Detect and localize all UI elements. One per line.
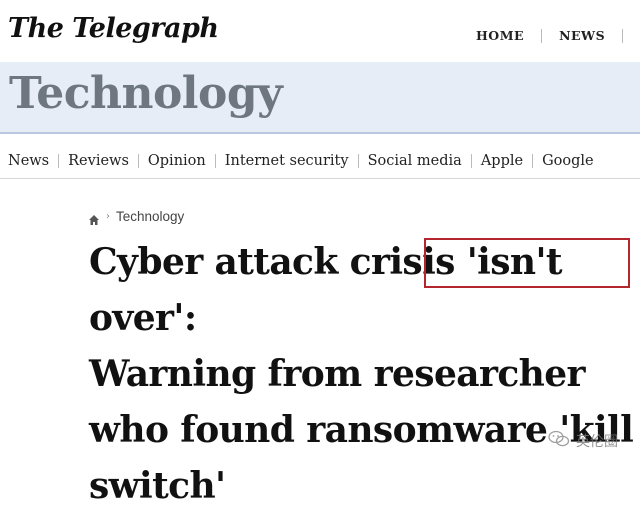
nav-home[interactable]: HOME bbox=[476, 28, 524, 43]
chevron-right-icon: › bbox=[106, 211, 110, 222]
nav-divider bbox=[541, 28, 543, 43]
subnav-internet-security[interactable]: Internet security bbox=[216, 151, 358, 171]
breadcrumb-technology[interactable]: Technology bbox=[116, 209, 184, 224]
headline-highlight-box bbox=[424, 238, 630, 288]
home-icon[interactable] bbox=[88, 211, 100, 225]
wechat-icon bbox=[548, 430, 570, 452]
subnav-google[interactable]: Google bbox=[533, 151, 603, 171]
subnav-news[interactable]: News bbox=[0, 151, 58, 171]
headline-line-4: switch' bbox=[89, 465, 226, 507]
subnav-reviews[interactable]: Reviews bbox=[59, 151, 138, 171]
nav-divider bbox=[622, 28, 624, 43]
top-nav: HOME NEWS S bbox=[476, 28, 640, 43]
watermark: 英伦圈 bbox=[548, 430, 618, 452]
telegraph-logo[interactable]: The Telegraph bbox=[8, 13, 219, 44]
headline-line-2: Warning from researcher bbox=[89, 353, 586, 395]
section-title[interactable]: Technology bbox=[9, 68, 283, 119]
breadcrumb: › Technology bbox=[88, 209, 184, 225]
watermark-text: 英伦圈 bbox=[576, 434, 618, 450]
nav-news[interactable]: NEWS bbox=[559, 28, 605, 43]
subnav-social-media[interactable]: Social media bbox=[359, 151, 471, 171]
section-subnav: News Reviews Opinion Internet security S… bbox=[0, 144, 640, 179]
subnav-apple[interactable]: Apple bbox=[472, 151, 532, 171]
section-banner: Technology bbox=[0, 62, 640, 134]
subnav-opinion[interactable]: Opinion bbox=[139, 151, 215, 171]
masthead: The Telegraph HOME NEWS S bbox=[0, 0, 640, 62]
